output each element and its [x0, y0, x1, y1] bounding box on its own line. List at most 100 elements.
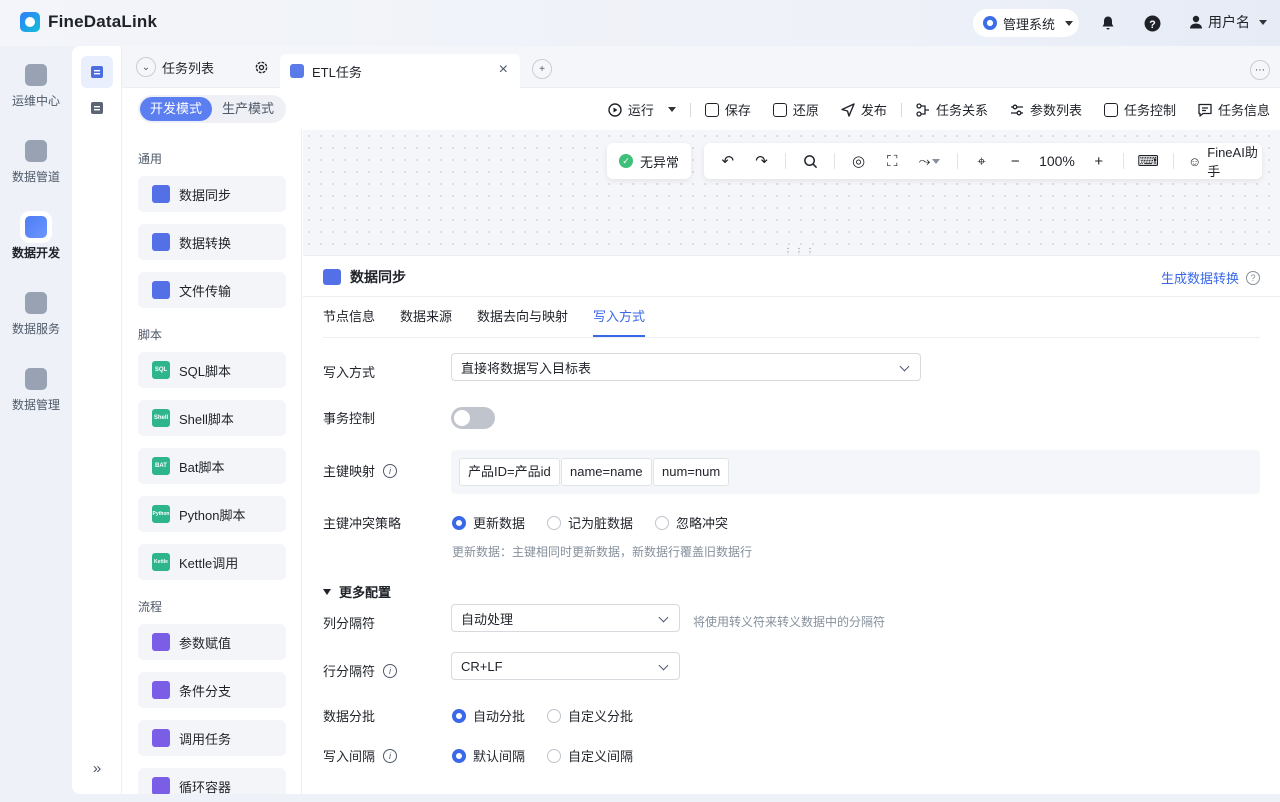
user-menu[interactable]: 用户名 — [1189, 12, 1267, 32]
param-list-button[interactable]: 参数列表 — [1010, 100, 1082, 119]
more-icon[interactable]: ⋯ — [1250, 60, 1270, 80]
bell-icon[interactable] — [1098, 13, 1118, 33]
add-tab-icon[interactable]: + — [532, 59, 552, 79]
subnav-docs-icon[interactable] — [81, 92, 113, 124]
redo-icon[interactable]: ↷ — [752, 150, 772, 172]
undo-icon[interactable]: ↶ — [718, 150, 738, 172]
task-control-button[interactable]: 任务控制 — [1103, 100, 1176, 119]
zoom-in-icon[interactable]: + — [1089, 150, 1109, 172]
system-switcher[interactable]: 管理系统 — [973, 9, 1079, 37]
mode-dev[interactable]: 开发模式 — [140, 97, 212, 121]
search-icon[interactable] — [800, 150, 820, 172]
task-list-label: 任务列表 — [162, 60, 215, 76]
fit-view-icon[interactable]: ⛶ — [882, 150, 902, 172]
palette-item-bat-script[interactable]: BAT Bat脚本 — [138, 448, 286, 484]
batch-label: 数据分批 — [323, 709, 376, 724]
run-button[interactable]: 运行 — [608, 100, 676, 119]
restore-button[interactable]: 还原 — [772, 100, 819, 119]
palette-item-file-transfer[interactable]: 文件传输 — [138, 272, 286, 308]
keyboard-icon[interactable]: ⌨ — [1137, 150, 1159, 172]
tab-data-source[interactable]: 数据来源 — [400, 297, 452, 337]
radio-ignore-conflict[interactable]: 忽略冲突 — [655, 513, 728, 532]
mode-bar: 开发模式 生产模式 运行 保存 还原 发布 任务关系 参数列表 任务控制 任务信… — [122, 88, 1280, 130]
line-style-icon[interactable]: ⤳ — [916, 150, 943, 172]
chevron-down-icon[interactable] — [667, 107, 676, 112]
task-relations-button[interactable]: 任务关系 — [916, 100, 988, 119]
flow-canvas[interactable]: ✓ 无异常 ↶ ↷ ◎ ⛶ ⤳ ⌖ − 100% + ⌨ ☺ FineAI助手 — [303, 130, 1280, 255]
settings-gear-icon[interactable] — [254, 60, 269, 78]
palette-item-loop-container[interactable]: 循环容器 — [138, 768, 286, 794]
logo-icon — [20, 12, 40, 32]
help-icon[interactable]: ? — [1142, 13, 1162, 33]
help-icon[interactable]: ? — [1246, 270, 1260, 285]
zoom-out-icon[interactable]: − — [1005, 150, 1025, 172]
info-icon[interactable]: i — [383, 463, 398, 478]
palette-item-data-transform[interactable]: 数据转换 — [138, 224, 286, 260]
nav-item-data-pipeline[interactable]: 数据管道 — [0, 140, 72, 185]
more-config-label: 更多配置 — [339, 585, 392, 600]
radio-dirty-data[interactable]: 记为脏数据 — [547, 513, 633, 532]
mode-toggle[interactable]: 开发模式 生产模式 — [138, 95, 286, 123]
main-area: ⌄ 任务列表 ETL任务 × + ⋯ 开发模式 生产模式 运行 保存 还原 发布… — [122, 46, 1280, 794]
send-icon — [841, 102, 855, 117]
sliders-icon — [1010, 104, 1023, 115]
info-icon[interactable]: i — [383, 748, 398, 763]
task-list-toggle[interactable]: ⌄ 任务列表 — [136, 54, 214, 80]
status-indicator[interactable]: ✓ 无异常 — [607, 143, 691, 179]
palette-item-sql-script[interactable]: SQL SQL脚本 — [138, 352, 286, 388]
expand-icon[interactable]: » — [81, 752, 113, 784]
divider — [785, 153, 787, 169]
palette-item-data-sync[interactable]: 数据同步 — [138, 176, 286, 212]
mode-prod[interactable]: 生产模式 — [212, 97, 284, 121]
row-sep-select[interactable]: CR+LF — [451, 652, 680, 680]
ai-assistant-button[interactable]: ☺ FineAI助手 — [1188, 142, 1262, 180]
radio-dot — [452, 708, 466, 723]
radio-default-interval[interactable]: 默认间隔 — [452, 746, 525, 765]
subnav-tasks-icon[interactable] — [81, 56, 113, 88]
robot-icon: ☺ — [1187, 153, 1202, 169]
palette-label: 数据转换 — [179, 235, 232, 251]
close-icon[interactable]: × — [499, 62, 508, 78]
task-info-button[interactable]: 任务信息 — [1198, 100, 1270, 119]
tab-etl-task[interactable]: ETL任务 × — [280, 54, 520, 88]
palette-item-kettle-call[interactable]: Kettle Kettle调用 — [138, 544, 286, 580]
palette-item-shell-script[interactable]: Shell Shell脚本 — [138, 400, 286, 436]
publish-button[interactable]: 发布 — [841, 100, 887, 119]
tab-destination-mapping[interactable]: 数据去向与映射 — [477, 297, 568, 337]
chevron-down-icon — [899, 361, 910, 372]
pk-mapping-box: 产品ID=产品id name=name num=num — [451, 450, 1260, 494]
col-sep-label: 列分隔符 — [323, 616, 376, 631]
palette-item-condition-branch[interactable]: 条件分支 — [138, 672, 286, 708]
nav-item-data-dev[interactable]: 数据开发 — [0, 216, 72, 261]
radio-auto-batch[interactable]: 自动分批 — [452, 706, 525, 725]
palette-item-python-script[interactable]: Python Python脚本 — [138, 496, 286, 532]
palette-label: 循环容器 — [179, 779, 232, 795]
palette-label: Shell脚本 — [179, 411, 234, 427]
spiral-icon[interactable]: ◎ — [849, 150, 869, 172]
write-mode-label: 写入方式 — [323, 365, 376, 380]
nav-item-data-service[interactable]: 数据服务 — [0, 292, 72, 337]
tab-node-info[interactable]: 节点信息 — [323, 297, 375, 337]
nav-item-ops-center[interactable]: 运维中心 — [0, 64, 72, 109]
app-logo[interactable]: FineDataLink — [20, 12, 157, 32]
pk-chip[interactable]: name=name — [561, 458, 652, 486]
locate-icon[interactable]: ⌖ — [972, 150, 992, 172]
save-button[interactable]: 保存 — [704, 100, 751, 119]
info-icon[interactable]: i — [383, 663, 398, 678]
radio-update-data[interactable]: 更新数据 — [452, 513, 525, 532]
radio-custom-interval[interactable]: 自定义间隔 — [547, 746, 633, 765]
section-flow: 流程 — [138, 600, 163, 614]
pk-chip[interactable]: 产品ID=产品id — [459, 458, 560, 486]
nav-item-data-management[interactable]: 数据管理 — [0, 368, 72, 413]
write-mode-select[interactable]: 直接将数据写入目标表 — [451, 353, 921, 381]
txn-control-toggle[interactable] — [451, 407, 495, 429]
more-config-toggle[interactable]: 更多配置 — [323, 582, 391, 601]
tab-write-mode[interactable]: 写入方式 — [593, 297, 646, 337]
generate-transform-link[interactable]: 生成数据转换 ? — [1161, 268, 1260, 287]
col-sep-select[interactable]: 自动处理 — [451, 604, 680, 632]
palette-item-param-assign[interactable]: 参数赋值 — [138, 624, 286, 660]
palette-item-call-task[interactable]: 调用任务 — [138, 720, 286, 756]
ai-label: FineAI助手 — [1207, 145, 1258, 179]
radio-custom-batch[interactable]: 自定义分批 — [547, 706, 633, 725]
pk-chip[interactable]: num=num — [653, 458, 730, 486]
